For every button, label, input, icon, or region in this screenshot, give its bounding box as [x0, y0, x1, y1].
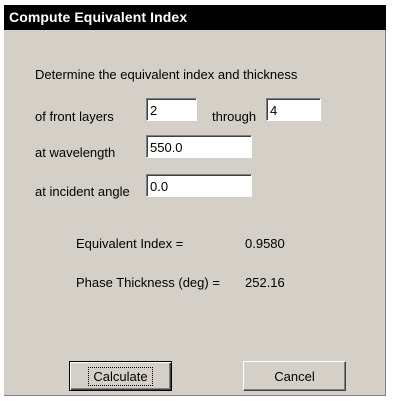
intro-text: Determine the equivalent index and thick… — [35, 67, 298, 82]
wavelength-label: at wavelength — [35, 145, 116, 160]
dialog-title-bar[interactable]: Compute Equivalent Index — [4, 5, 386, 30]
from-layer-input[interactable] — [146, 98, 197, 121]
equivalent-index-label: Equivalent Index = — [76, 236, 184, 251]
dialog-title: Compute Equivalent Index — [9, 9, 188, 25]
wavelength-input[interactable] — [146, 135, 252, 158]
equivalent-index-value: 0.9580 — [245, 236, 285, 251]
to-layer-input[interactable] — [266, 98, 321, 121]
through-label: through — [212, 109, 257, 124]
calculate-button[interactable]: Calculate — [69, 361, 172, 391]
phase-thickness-label: Phase Thickness (deg) = — [76, 275, 220, 290]
calculate-button-label: Calculate — [88, 366, 153, 386]
front-layers-label: of front layers — [35, 109, 114, 124]
incident-angle-input[interactable] — [146, 174, 252, 197]
compute-equivalent-index-dialog: Compute Equivalent Index Determine the e… — [4, 5, 386, 396]
cancel-button[interactable]: Cancel — [243, 361, 346, 391]
phase-thickness-value: 252.16 — [245, 275, 285, 290]
incident-angle-label: at incident angle — [35, 184, 130, 199]
